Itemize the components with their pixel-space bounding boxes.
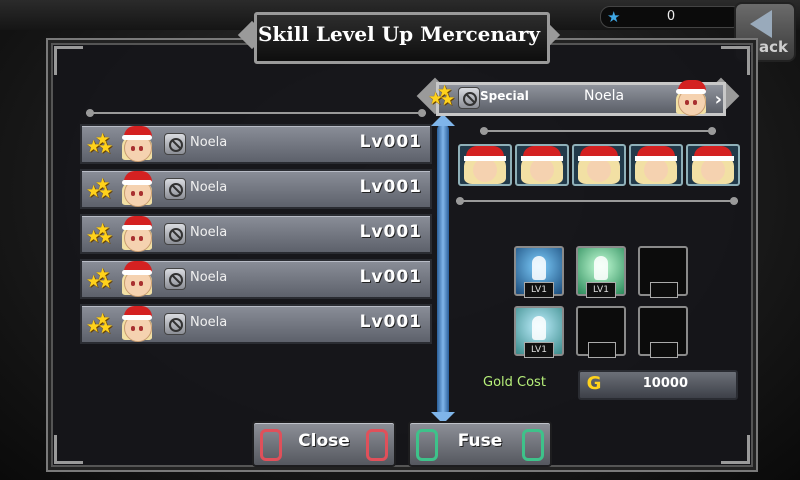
mercenary-level: Lv001 <box>359 222 422 242</box>
corner-ornament <box>54 435 83 464</box>
mercenary-portrait <box>120 261 154 297</box>
star-icon: ★ <box>98 318 114 338</box>
back-arrow-icon <box>750 10 772 38</box>
skill-level: LV1 <box>524 282 554 298</box>
corner-ornament <box>721 435 750 464</box>
empty-skill-slot[interactable] <box>576 306 626 358</box>
selected-stars: ★ ★ ★ <box>428 84 456 110</box>
mercenary-level: Lv001 <box>359 312 422 332</box>
special-class-icon <box>164 268 186 290</box>
star-icon: ★ <box>98 183 114 203</box>
fodder-slot[interactable] <box>458 144 512 186</box>
fodder-slot[interactable] <box>686 144 740 186</box>
gold-cost-value: 10000 <box>642 376 688 391</box>
rarity-stars: ★ ★ ★ <box>86 132 114 158</box>
fodder-slot[interactable] <box>629 144 683 186</box>
selected-class: Special <box>480 89 529 103</box>
star-currency-icon: ★ <box>607 8 621 26</box>
rarity-stars: ★ ★ ★ <box>86 267 114 293</box>
star-icon: ★ <box>440 90 456 110</box>
gold-cost-field: G 10000 <box>578 370 738 400</box>
mercenary-portrait <box>120 216 154 252</box>
currency-value: 0 <box>666 9 676 24</box>
dialog-title: Skill Level Up Mercenary <box>257 22 541 46</box>
skill-slot[interactable]: LV1 <box>514 246 564 298</box>
fodder-slot[interactable] <box>572 144 626 186</box>
empty-skill-slot[interactable] <box>638 306 688 358</box>
rarity-stars: ★ ★ ★ <box>86 222 114 248</box>
skill-icon <box>532 256 546 280</box>
selected-mercenary-bar[interactable]: ★ ★ ★ Special Noela › <box>416 74 740 120</box>
special-class-icon <box>164 313 186 335</box>
skill-icon <box>532 316 546 340</box>
skill-slot[interactable]: LV1 <box>576 246 626 298</box>
corner-ornament <box>721 46 750 75</box>
mercenary-row[interactable]: ★ ★ ★ Noela Lv001 <box>80 169 432 209</box>
mercenary-name: Noela <box>190 180 228 195</box>
mercenary-level: Lv001 <box>359 132 422 152</box>
skill-icon <box>594 256 608 280</box>
star-icon: ★ <box>98 273 114 293</box>
special-class-icon <box>164 133 186 155</box>
rarity-stars: ★ ★ ★ <box>86 312 114 338</box>
skill-level-tab <box>650 342 678 358</box>
gold-cost-label: Gold Cost <box>483 375 546 390</box>
empty-skill-slot[interactable] <box>638 246 688 298</box>
divider <box>480 127 716 135</box>
chevron-right-icon: › <box>714 89 722 110</box>
mercenary-row[interactable]: ★ ★ ★ Noela Lv001 <box>80 304 432 344</box>
divider <box>86 109 426 117</box>
fuse-label: Fuse <box>457 431 503 451</box>
close-label: Close <box>298 431 350 451</box>
mercenary-list: ★ ★ ★ Noela Lv001 ★ ★ ★ Noela Lv001 ★ ★ ★ Noela Lv001 ★… <box>80 124 432 349</box>
star-icon: ★ <box>98 138 114 158</box>
special-class-icon <box>164 223 186 245</box>
skill-level: LV1 <box>524 342 554 358</box>
list-scrollbar[interactable] <box>431 114 455 424</box>
special-class-icon <box>458 87 480 109</box>
skill-level-tab <box>650 282 678 298</box>
star-icon: ★ <box>98 228 114 248</box>
fuse-button[interactable]: Fuse <box>408 421 552 467</box>
mercenary-name: Noela <box>190 225 228 240</box>
mercenary-row[interactable]: ★ ★ ★ Noela Lv001 <box>80 259 432 299</box>
corner-ornament <box>54 46 83 75</box>
mercenary-name: Noela <box>190 315 228 330</box>
mercenary-portrait <box>120 306 154 342</box>
selected-name: Noela <box>584 88 625 104</box>
mercenary-level: Lv001 <box>359 267 422 287</box>
mercenary-portrait <box>120 126 154 162</box>
special-class-icon <box>164 178 186 200</box>
mercenary-row[interactable]: ★ ★ ★ Noela Lv001 <box>80 214 432 254</box>
mercenary-name: Noela <box>190 135 228 150</box>
skill-level: LV1 <box>586 282 616 298</box>
selected-portrait <box>674 80 708 116</box>
mercenary-name: Noela <box>190 270 228 285</box>
fodder-slot[interactable] <box>515 144 569 186</box>
mercenary-portrait <box>120 171 154 207</box>
gold-coin-icon: G <box>586 373 602 394</box>
divider <box>456 197 738 205</box>
skill-slot[interactable]: LV1 <box>514 306 564 358</box>
rarity-stars: ★ ★ ★ <box>86 177 114 203</box>
mercenary-row[interactable]: ★ ★ ★ Noela Lv001 <box>80 124 432 164</box>
mercenary-level: Lv001 <box>359 177 422 197</box>
title-plate: Skill Level Up Mercenary <box>236 8 562 64</box>
close-button[interactable]: Close <box>252 421 396 467</box>
skill-level-tab <box>588 342 616 358</box>
currency-display: ★ 0 <box>600 6 742 28</box>
